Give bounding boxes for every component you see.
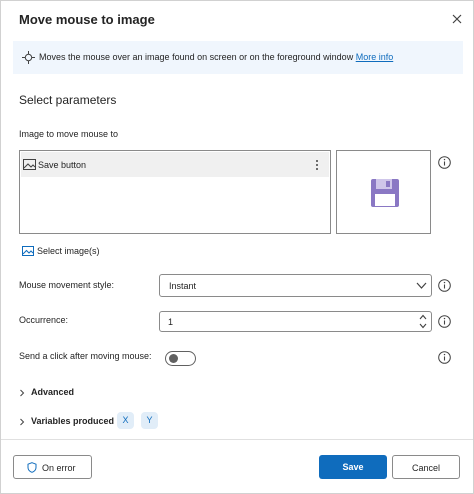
- image-icon: [23, 159, 36, 170]
- info-text: Moves the mouse over an image found on s…: [39, 52, 354, 62]
- more-info-link[interactable]: More info: [356, 52, 394, 62]
- section-title: Select parameters: [19, 93, 117, 107]
- toggle-knob: [169, 354, 178, 363]
- image-item-label: Save button: [38, 160, 87, 170]
- info-circle-icon[interactable]: [438, 279, 451, 292]
- movement-style-value: Instant: [169, 281, 197, 291]
- occurrence-label: Occurrence:: [19, 315, 69, 325]
- send-click-label: Send a click after moving mouse:: [19, 351, 152, 361]
- variable-badge-y[interactable]: Y: [141, 412, 158, 429]
- mouse-pointer-icon: [22, 51, 35, 64]
- on-error-button[interactable]: On error: [13, 455, 92, 479]
- floppy-disk-icon: [371, 179, 399, 207]
- variables-produced-label: Variables produced: [31, 416, 115, 426]
- info-circle-icon[interactable]: [438, 315, 451, 328]
- variable-badge-x[interactable]: X: [117, 412, 134, 429]
- chevron-down-icon: [416, 282, 427, 289]
- image-preview: [336, 150, 431, 234]
- footer-divider: [1, 439, 473, 440]
- cancel-label: Cancel: [411, 463, 440, 473]
- occurrence-value: 1: [168, 317, 174, 327]
- chevron-right-icon: [20, 389, 25, 397]
- dialog-title: Move mouse to image: [19, 12, 155, 27]
- info-circle-icon[interactable]: [438, 156, 451, 169]
- save-label: Save: [342, 462, 364, 472]
- on-error-label: On error: [42, 463, 76, 473]
- image-icon: [22, 246, 34, 256]
- chevron-right-icon: [20, 418, 25, 426]
- save-button[interactable]: Save: [319, 455, 387, 479]
- advanced-label: Advanced: [31, 387, 75, 397]
- movement-style-label: Mouse movement style:: [19, 280, 115, 290]
- list-item[interactable]: Save button: [21, 152, 329, 177]
- chevron-up-icon[interactable]: [419, 314, 427, 320]
- send-click-toggle[interactable]: [165, 351, 196, 366]
- shield-icon: [27, 462, 37, 473]
- chevron-down-icon[interactable]: [419, 323, 427, 329]
- info-bar: Moves the mouse over an image found on s…: [13, 41, 463, 74]
- movement-style-dropdown[interactable]: Instant: [159, 274, 432, 297]
- image-list[interactable]: Save button: [19, 150, 331, 234]
- info-circle-icon[interactable]: [438, 351, 451, 364]
- occurrence-stepper[interactable]: 1: [159, 311, 432, 332]
- close-icon[interactable]: [450, 12, 464, 26]
- select-images-label: Select image(s): [37, 246, 100, 256]
- cancel-button[interactable]: Cancel: [392, 455, 460, 479]
- more-options-icon[interactable]: [313, 158, 321, 172]
- info-description: Moves the mouse over an image found on s…: [39, 52, 393, 62]
- move-mouse-dialog: Move mouse to image Moves the mouse over…: [0, 0, 474, 494]
- image-label: Image to move mouse to: [19, 129, 119, 139]
